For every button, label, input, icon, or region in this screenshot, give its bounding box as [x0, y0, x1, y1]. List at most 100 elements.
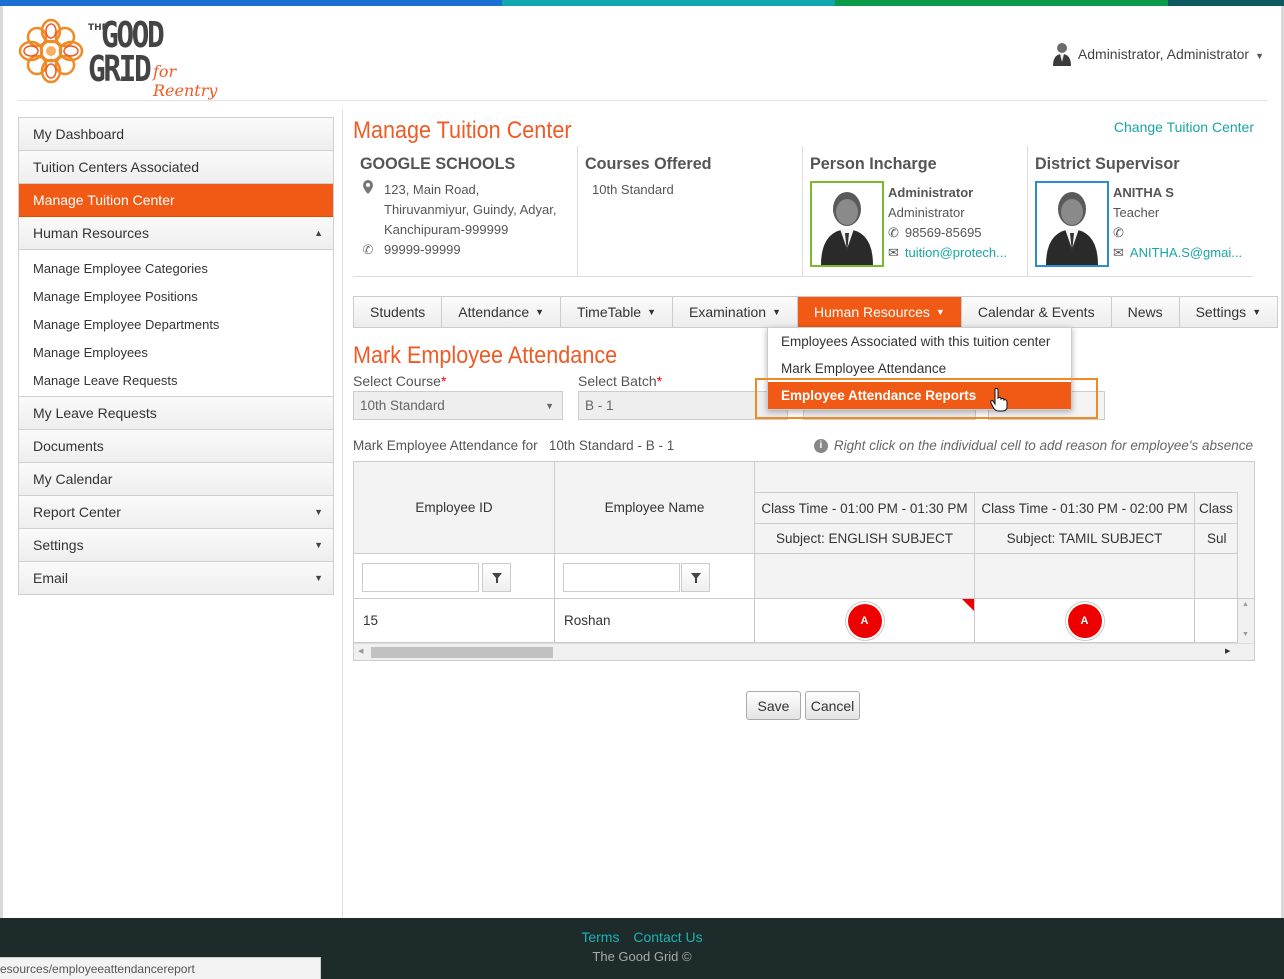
submenu-employee-categories[interactable]: Manage Employee Categories: [19, 254, 333, 282]
frame-left: [0, 6, 3, 918]
filter-button[interactable]: [681, 563, 710, 592]
attendance-cell[interactable]: A: [975, 599, 1195, 643]
change-tuition-center-link[interactable]: Change Tuition Center: [1114, 119, 1254, 135]
tab-label: Attendance: [458, 304, 530, 320]
sidebar-item-report-center[interactable]: Report Center ▼: [19, 496, 333, 529]
center-name: GOOGLE SCHOOLS: [360, 154, 516, 173]
scroll-right-icon[interactable]: ▶: [1225, 647, 1230, 655]
sidebar-item-human-resources[interactable]: Human Resources ▲: [19, 217, 333, 250]
address-line: Kanchipuram-999999: [360, 220, 570, 240]
course-select[interactable]: 10th Standard ▼: [353, 391, 563, 420]
center-tabs: Students Attendance ▼ TimeTable ▼ Examinat…: [353, 296, 1279, 328]
required-mark: *: [440, 373, 447, 389]
submenu-employee-positions[interactable]: Manage Employee Positions: [19, 282, 333, 310]
sidebar-item-tuition-centers[interactable]: Tuition Centers Associated: [19, 151, 333, 184]
attendance-cell[interactable]: [1195, 599, 1238, 643]
brand-logo[interactable]: THE GOOD GRID for Reentry: [18, 14, 238, 100]
vertical-scrollbar[interactable]: ▲ ▼: [1238, 599, 1254, 643]
save-button[interactable]: Save: [746, 691, 801, 720]
tab-human-resources[interactable]: Human Resources ▼: [797, 297, 962, 327]
column-header-employee-id[interactable]: Employee ID: [354, 462, 555, 554]
sidebar-item-label: Report Center: [33, 504, 121, 520]
scroll-thumb[interactable]: [371, 647, 553, 658]
course-value: 10th Standard: [360, 398, 445, 413]
period-3-time: Class: [1195, 493, 1238, 524]
tab-label: Human Resources: [813, 304, 930, 320]
supervisor-heading: District Supervisor: [1035, 154, 1180, 173]
sidebar-item-settings[interactable]: Settings ▼: [19, 529, 333, 562]
caret-down-icon: ▼: [647, 307, 657, 317]
phone-icon: ✆: [1113, 225, 1124, 240]
supervisor-email[interactable]: ANITHA.S@gmai...: [1130, 243, 1242, 263]
caret-down-icon: ▼: [1252, 307, 1262, 317]
sidebar-item-my-leave-requests[interactable]: My Leave Requests: [19, 397, 333, 430]
chevron-down-icon: ▼: [314, 507, 323, 517]
address-2: Thiruvanmiyur, Guindy, Adyar,: [384, 202, 557, 217]
column-header-employee-name[interactable]: Employee Name: [555, 462, 755, 554]
hand-pointer-icon: [990, 388, 1008, 412]
sidebar-item-my-calendar[interactable]: My Calendar: [19, 463, 333, 496]
address-3: Kanchipuram-999999: [384, 222, 509, 237]
tab-students[interactable]: Students: [354, 297, 443, 327]
tab-timetable[interactable]: TimeTable ▼: [561, 297, 674, 327]
courses-offered: Courses Offered 10th Standard: [578, 146, 803, 276]
sidebar-item-label: Documents: [33, 438, 104, 454]
reason-flag-icon: [962, 599, 974, 611]
tab-label: Examination: [689, 304, 767, 320]
filter-cell-empty: [1195, 554, 1238, 599]
contact-link[interactable]: Contact Us: [633, 929, 702, 945]
batch-label: Select Batch*: [578, 373, 662, 389]
center-info-row: GOOGLE SCHOOLS 123, Main Road, Thiruvanm…: [353, 146, 1253, 277]
incharge-email[interactable]: tuition@protech...: [905, 243, 1007, 263]
attendance-cell[interactable]: A: [755, 599, 975, 643]
cell-employee-id: 15: [354, 599, 555, 643]
submenu-manage-employees[interactable]: Manage Employees: [19, 338, 333, 366]
menu-item-employees-associated[interactable]: Employees Associated with this tuition c…: [768, 328, 1071, 355]
supervisor-role: Teacher: [1113, 205, 1160, 220]
filter-button[interactable]: [482, 563, 511, 592]
scroll-down-icon[interactable]: ▼: [1242, 631, 1249, 638]
strip-seg-1: [0, 0, 502, 6]
chevron-down-icon: ▼: [314, 540, 323, 550]
scroll-left-icon[interactable]: ◀: [358, 647, 363, 655]
tab-calendar-events[interactable]: Calendar & Events: [962, 297, 1112, 327]
terms-link[interactable]: Terms: [581, 929, 619, 945]
sidebar-item-label: Tuition Centers Associated: [33, 159, 200, 175]
course-label-text: Select Course: [353, 373, 441, 389]
tab-news[interactable]: News: [1112, 297, 1180, 327]
absent-badge[interactable]: A: [1067, 603, 1102, 638]
strip-seg-2: [502, 0, 835, 6]
scroll-up-icon[interactable]: ▲: [1242, 601, 1249, 608]
tab-label: Calendar & Events: [977, 304, 1095, 320]
section-title: Mark Employee Attendance: [353, 342, 618, 369]
filter-input-employee-id[interactable]: [362, 563, 479, 592]
sidebar-item-email[interactable]: Email ▼: [19, 562, 333, 595]
filter-input-employee-name[interactable]: [563, 563, 680, 592]
submenu-leave-requests[interactable]: Manage Leave Requests: [19, 366, 333, 394]
sidebar-item-dashboard[interactable]: My Dashboard: [19, 118, 333, 151]
submenu-employee-departments[interactable]: Manage Employee Departments: [19, 310, 333, 338]
supervisor-name: ANITHA S: [1113, 185, 1174, 200]
cancel-button[interactable]: Cancel: [805, 691, 860, 720]
district-supervisor: District Supervisor ANITHA S Teacher ✆ ✉…: [1028, 146, 1253, 276]
horizontal-scrollbar[interactable]: ◀ ▶: [354, 643, 1254, 660]
logo-the-text: THE: [88, 23, 108, 33]
sidebar-item-manage-tuition-center[interactable]: Manage Tuition Center: [19, 184, 333, 217]
sidebar-item-label: Manage Tuition Center: [33, 192, 175, 208]
tab-examination[interactable]: Examination ▼: [673, 297, 798, 327]
incharge-role: Administrator: [888, 205, 965, 220]
column-header-group: [755, 462, 1254, 493]
period-2-time: Class Time - 01:30 PM - 02:00 PM: [975, 493, 1195, 524]
phone-icon: ✆: [888, 225, 899, 240]
sidebar: My Dashboard Tuition Centers Associated …: [18, 117, 334, 595]
mark-for-line: Mark Employee Attendance for 10th Standa…: [353, 438, 674, 453]
tab-settings[interactable]: Settings ▼: [1180, 297, 1278, 327]
incharge-text: Administrator Administrator ✆ 98569-85695…: [888, 183, 1007, 263]
tab-attendance[interactable]: Attendance ▼: [442, 297, 562, 327]
courses-heading: Courses Offered: [585, 154, 712, 173]
info-icon: i: [813, 438, 828, 453]
sidebar-item-documents[interactable]: Documents: [19, 430, 333, 463]
user-menu[interactable]: Administrator, Administrator ▼: [1052, 42, 1264, 66]
chevron-up-icon: ▲: [314, 228, 323, 238]
absent-badge[interactable]: A: [847, 603, 882, 638]
